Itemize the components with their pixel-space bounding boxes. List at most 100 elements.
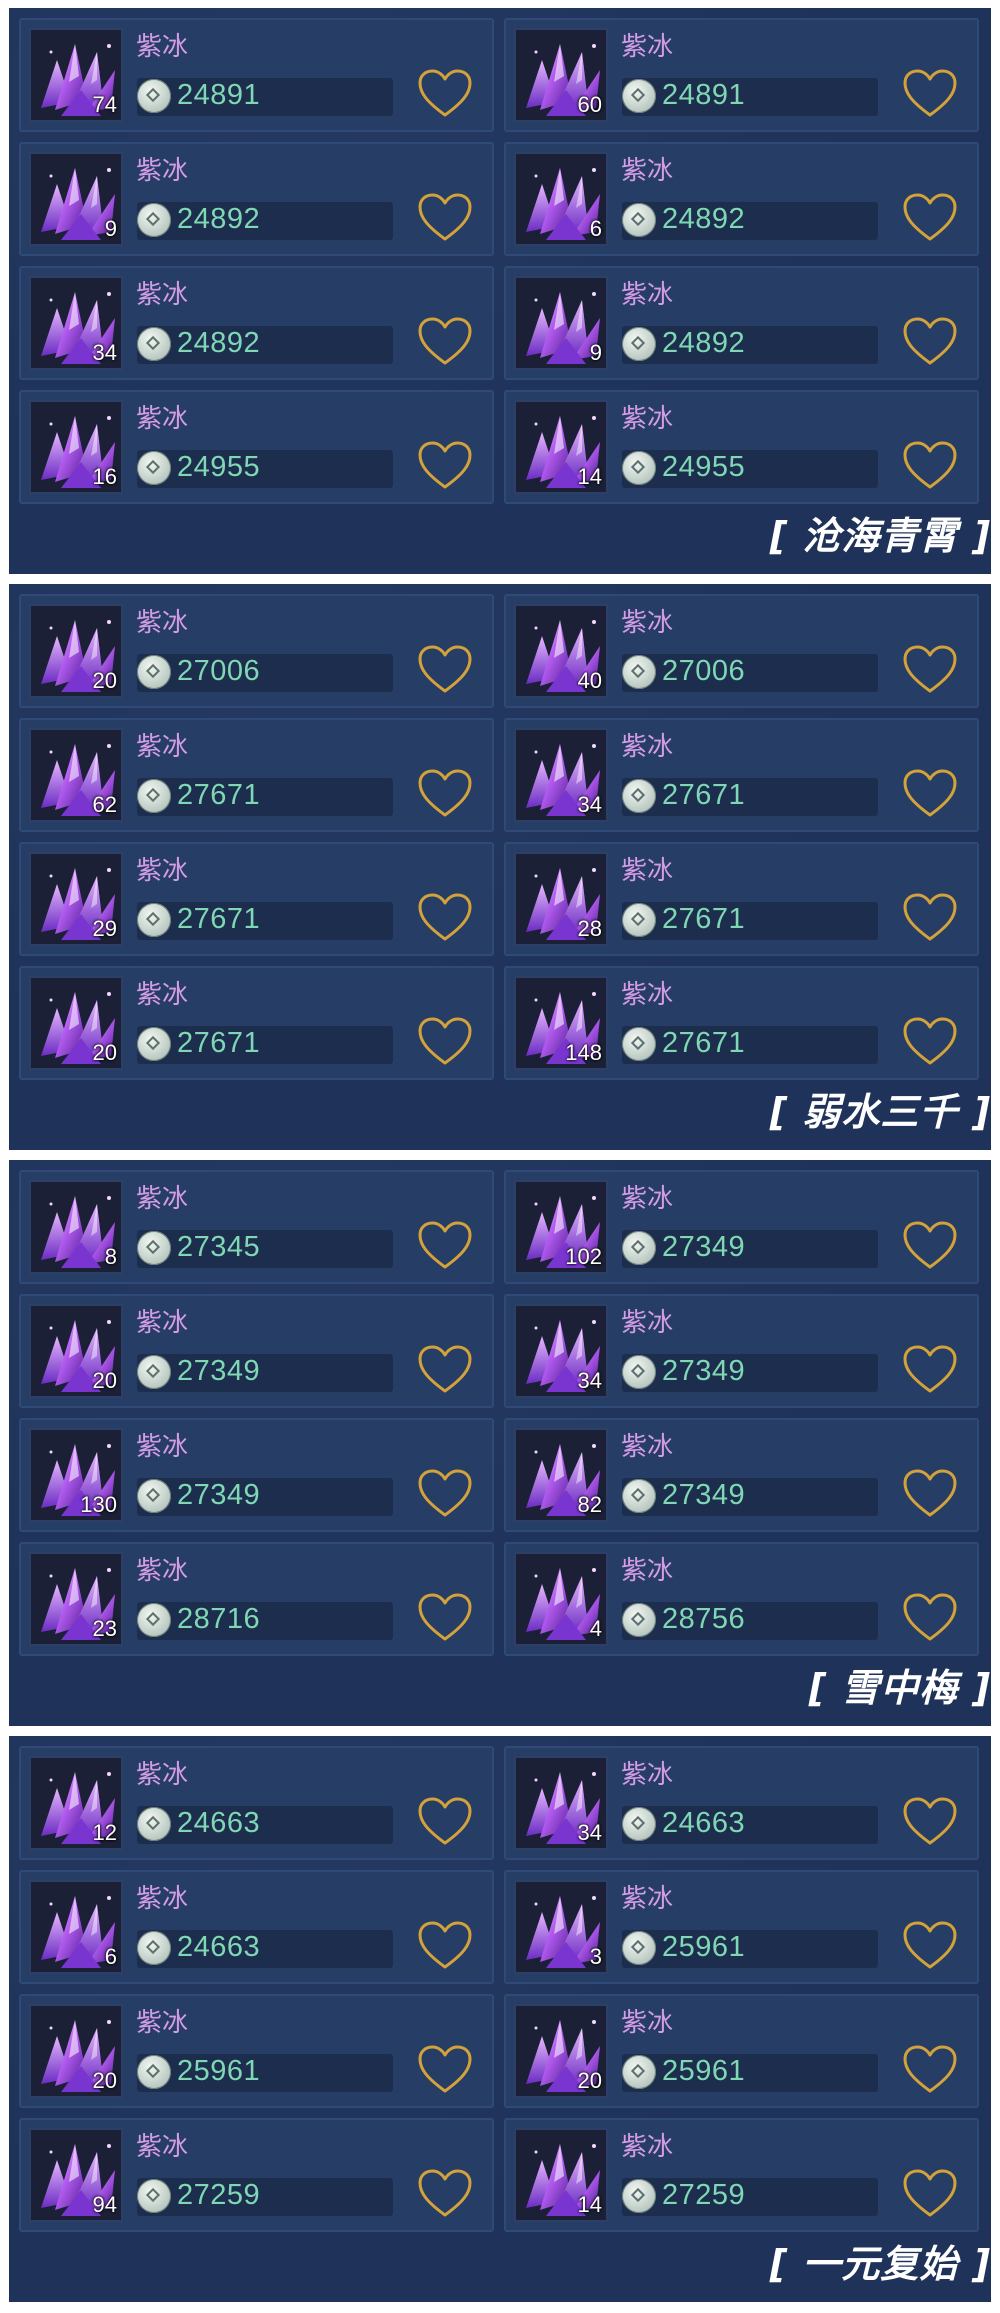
- price-field: 27259: [622, 2178, 878, 2216]
- listing-card[interactable]: 130 紫冰 27349: [19, 1418, 494, 1532]
- heart-outline-icon[interactable]: [417, 644, 473, 696]
- listing-card[interactable]: 60 紫冰 24891: [504, 18, 979, 132]
- listing-card[interactable]: 14 紫冰 24955: [504, 390, 979, 504]
- listing-card[interactable]: 20 紫冰 27006: [19, 594, 494, 708]
- purple-crystal-icon[interactable]: 28: [514, 852, 608, 946]
- purple-crystal-icon[interactable]: 4: [514, 1552, 608, 1646]
- purple-crystal-icon[interactable]: 20: [29, 604, 123, 698]
- listing-card[interactable]: 34 紫冰 27671: [504, 718, 979, 832]
- purple-crystal-icon[interactable]: 34: [514, 1304, 608, 1398]
- item-price: 24892: [662, 327, 746, 359]
- listing-card[interactable]: 9 紫冰 24892: [504, 266, 979, 380]
- heart-outline-icon[interactable]: [417, 1344, 473, 1396]
- heart-outline-icon[interactable]: [417, 68, 473, 120]
- listing-card[interactable]: 12 紫冰 24663: [19, 1746, 494, 1860]
- listing-card[interactable]: 34 紫冰 24663: [504, 1746, 979, 1860]
- listing-card[interactable]: 20 紫冰 25961: [504, 1994, 979, 2108]
- purple-crystal-icon[interactable]: 29: [29, 852, 123, 946]
- heart-outline-icon[interactable]: [902, 316, 958, 368]
- listing-card[interactable]: 20 紫冰 27349: [19, 1294, 494, 1408]
- heart-outline-icon[interactable]: [902, 1796, 958, 1848]
- listing-card[interactable]: 148 紫冰 27671: [504, 966, 979, 1080]
- heart-outline-icon[interactable]: [902, 68, 958, 120]
- purple-crystal-icon[interactable]: 23: [29, 1552, 123, 1646]
- heart-outline-icon[interactable]: [417, 1220, 473, 1272]
- heart-outline-icon[interactable]: [417, 440, 473, 492]
- heart-outline-icon[interactable]: [902, 1220, 958, 1272]
- purple-crystal-icon[interactable]: 6: [514, 152, 608, 246]
- heart-outline-icon[interactable]: [417, 892, 473, 944]
- listing-card[interactable]: 102 紫冰 27349: [504, 1170, 979, 1284]
- listing-card[interactable]: 20 紫冰 27671: [19, 966, 494, 1080]
- purple-crystal-icon[interactable]: 20: [514, 2004, 608, 2098]
- heart-outline-icon[interactable]: [417, 1796, 473, 1848]
- heart-outline-icon[interactable]: [902, 1468, 958, 1520]
- heart-outline-icon[interactable]: [417, 1592, 473, 1644]
- heart-outline-icon[interactable]: [902, 1592, 958, 1644]
- heart-outline-icon[interactable]: [902, 768, 958, 820]
- heart-outline-icon[interactable]: [417, 192, 473, 244]
- purple-crystal-icon[interactable]: 14: [514, 400, 608, 494]
- listing-card[interactable]: 6 紫冰 24892: [504, 142, 979, 256]
- purple-crystal-icon[interactable]: 20: [29, 2004, 123, 2098]
- heart-outline-icon[interactable]: [902, 2044, 958, 2096]
- listing-card[interactable]: 16 紫冰 24955: [19, 390, 494, 504]
- purple-crystal-icon[interactable]: 34: [514, 1756, 608, 1850]
- purple-crystal-icon[interactable]: 14: [514, 2128, 608, 2222]
- heart-outline-icon[interactable]: [902, 644, 958, 696]
- listing-card[interactable]: 6 紫冰 24663: [19, 1870, 494, 1984]
- heart-outline-icon[interactable]: [417, 2168, 473, 2220]
- listing-card[interactable]: 20 紫冰 25961: [19, 1994, 494, 2108]
- purple-crystal-icon[interactable]: 82: [514, 1428, 608, 1522]
- purple-crystal-icon[interactable]: 9: [29, 152, 123, 246]
- purple-crystal-icon[interactable]: 74: [29, 28, 123, 122]
- purple-crystal-icon[interactable]: 34: [29, 276, 123, 370]
- purple-crystal-icon[interactable]: 102: [514, 1180, 608, 1274]
- purple-crystal-icon[interactable]: 60: [514, 28, 608, 122]
- listing-card[interactable]: 8 紫冰 27345: [19, 1170, 494, 1284]
- listing-card[interactable]: 62 紫冰 27671: [19, 718, 494, 832]
- heart-outline-icon[interactable]: [417, 1016, 473, 1068]
- heart-outline-icon[interactable]: [902, 1344, 958, 1396]
- heart-outline-icon[interactable]: [417, 768, 473, 820]
- purple-crystal-icon[interactable]: 3: [514, 1880, 608, 1974]
- listing-card[interactable]: 28 紫冰 27671: [504, 842, 979, 956]
- purple-crystal-icon[interactable]: 34: [514, 728, 608, 822]
- purple-crystal-icon[interactable]: 148: [514, 976, 608, 1070]
- item-name: 紫冰: [136, 280, 189, 310]
- listing-card[interactable]: 3 紫冰 25961: [504, 1870, 979, 1984]
- purple-crystal-icon[interactable]: 130: [29, 1428, 123, 1522]
- purple-crystal-icon[interactable]: 62: [29, 728, 123, 822]
- listing-card[interactable]: 82 紫冰 27349: [504, 1418, 979, 1532]
- heart-outline-icon[interactable]: [417, 1920, 473, 1972]
- purple-crystal-icon[interactable]: 6: [29, 1880, 123, 1974]
- listing-card[interactable]: 23 紫冰 28716: [19, 1542, 494, 1656]
- heart-outline-icon[interactable]: [902, 192, 958, 244]
- heart-outline-icon[interactable]: [902, 2168, 958, 2220]
- heart-outline-icon[interactable]: [417, 2044, 473, 2096]
- purple-crystal-icon[interactable]: 20: [29, 1304, 123, 1398]
- listing-card[interactable]: 14 紫冰 27259: [504, 2118, 979, 2232]
- listing-card[interactable]: 4 紫冰 28756: [504, 1542, 979, 1656]
- purple-crystal-icon[interactable]: 20: [29, 976, 123, 1070]
- heart-outline-icon[interactable]: [902, 1016, 958, 1068]
- listing-card[interactable]: 34 紫冰 24892: [19, 266, 494, 380]
- purple-crystal-icon[interactable]: 40: [514, 604, 608, 698]
- purple-crystal-icon[interactable]: 16: [29, 400, 123, 494]
- listing-card[interactable]: 40 紫冰 27006: [504, 594, 979, 708]
- purple-crystal-icon[interactable]: 12: [29, 1756, 123, 1850]
- listing-card[interactable]: 29 紫冰 27671: [19, 842, 494, 956]
- heart-outline-icon[interactable]: [902, 440, 958, 492]
- listing-card[interactable]: 74 紫冰 24891: [19, 18, 494, 132]
- heart-outline-icon[interactable]: [417, 316, 473, 368]
- listing-card[interactable]: 34 紫冰 27349: [504, 1294, 979, 1408]
- heart-outline-icon[interactable]: [902, 1920, 958, 1972]
- purple-crystal-icon[interactable]: 8: [29, 1180, 123, 1274]
- heart-outline-icon[interactable]: [902, 892, 958, 944]
- purple-crystal-icon[interactable]: 9: [514, 276, 608, 370]
- listing-card[interactable]: 9 紫冰 24892: [19, 142, 494, 256]
- heart-outline-icon[interactable]: [417, 1468, 473, 1520]
- purple-crystal-icon[interactable]: 94: [29, 2128, 123, 2222]
- listing-card[interactable]: 94 紫冰 27259: [19, 2118, 494, 2232]
- price-field: 27006: [622, 654, 878, 692]
